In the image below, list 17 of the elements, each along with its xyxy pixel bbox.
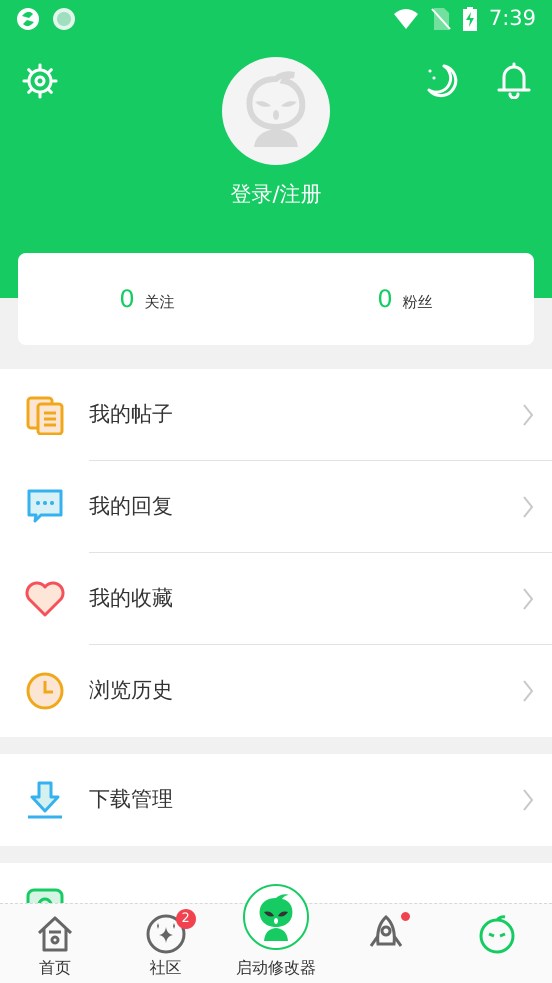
- menu-label: 下载管理: [89, 786, 174, 814]
- menu-item[interactable]: 我的帖子: [0, 369, 552, 461]
- menu-item[interactable]: 下载管理: [0, 754, 552, 846]
- status-time: 7:39: [488, 4, 536, 32]
- stat-label[interactable]: 粉丝: [402, 290, 433, 314]
- nav-label[interactable]: 首页: [39, 956, 72, 980]
- menu-item[interactable]: 我的回复: [0, 461, 552, 553]
- menu-label: 我的回复: [89, 493, 174, 520]
- menu-item[interactable]: 我的收藏: [0, 553, 552, 645]
- nav-label[interactable]: 启动修改器: [236, 956, 316, 980]
- menu-item[interactable]: 浏览历史: [0, 645, 552, 737]
- stat-label[interactable]: 关注: [144, 290, 175, 314]
- nav-label[interactable]: 社区: [150, 956, 182, 980]
- menu-label: 我的收藏: [89, 585, 174, 612]
- menu-label: 我的帖子: [89, 401, 174, 428]
- menu-label: 浏览历史: [89, 677, 174, 704]
- notification-badge: 2: [176, 909, 196, 929]
